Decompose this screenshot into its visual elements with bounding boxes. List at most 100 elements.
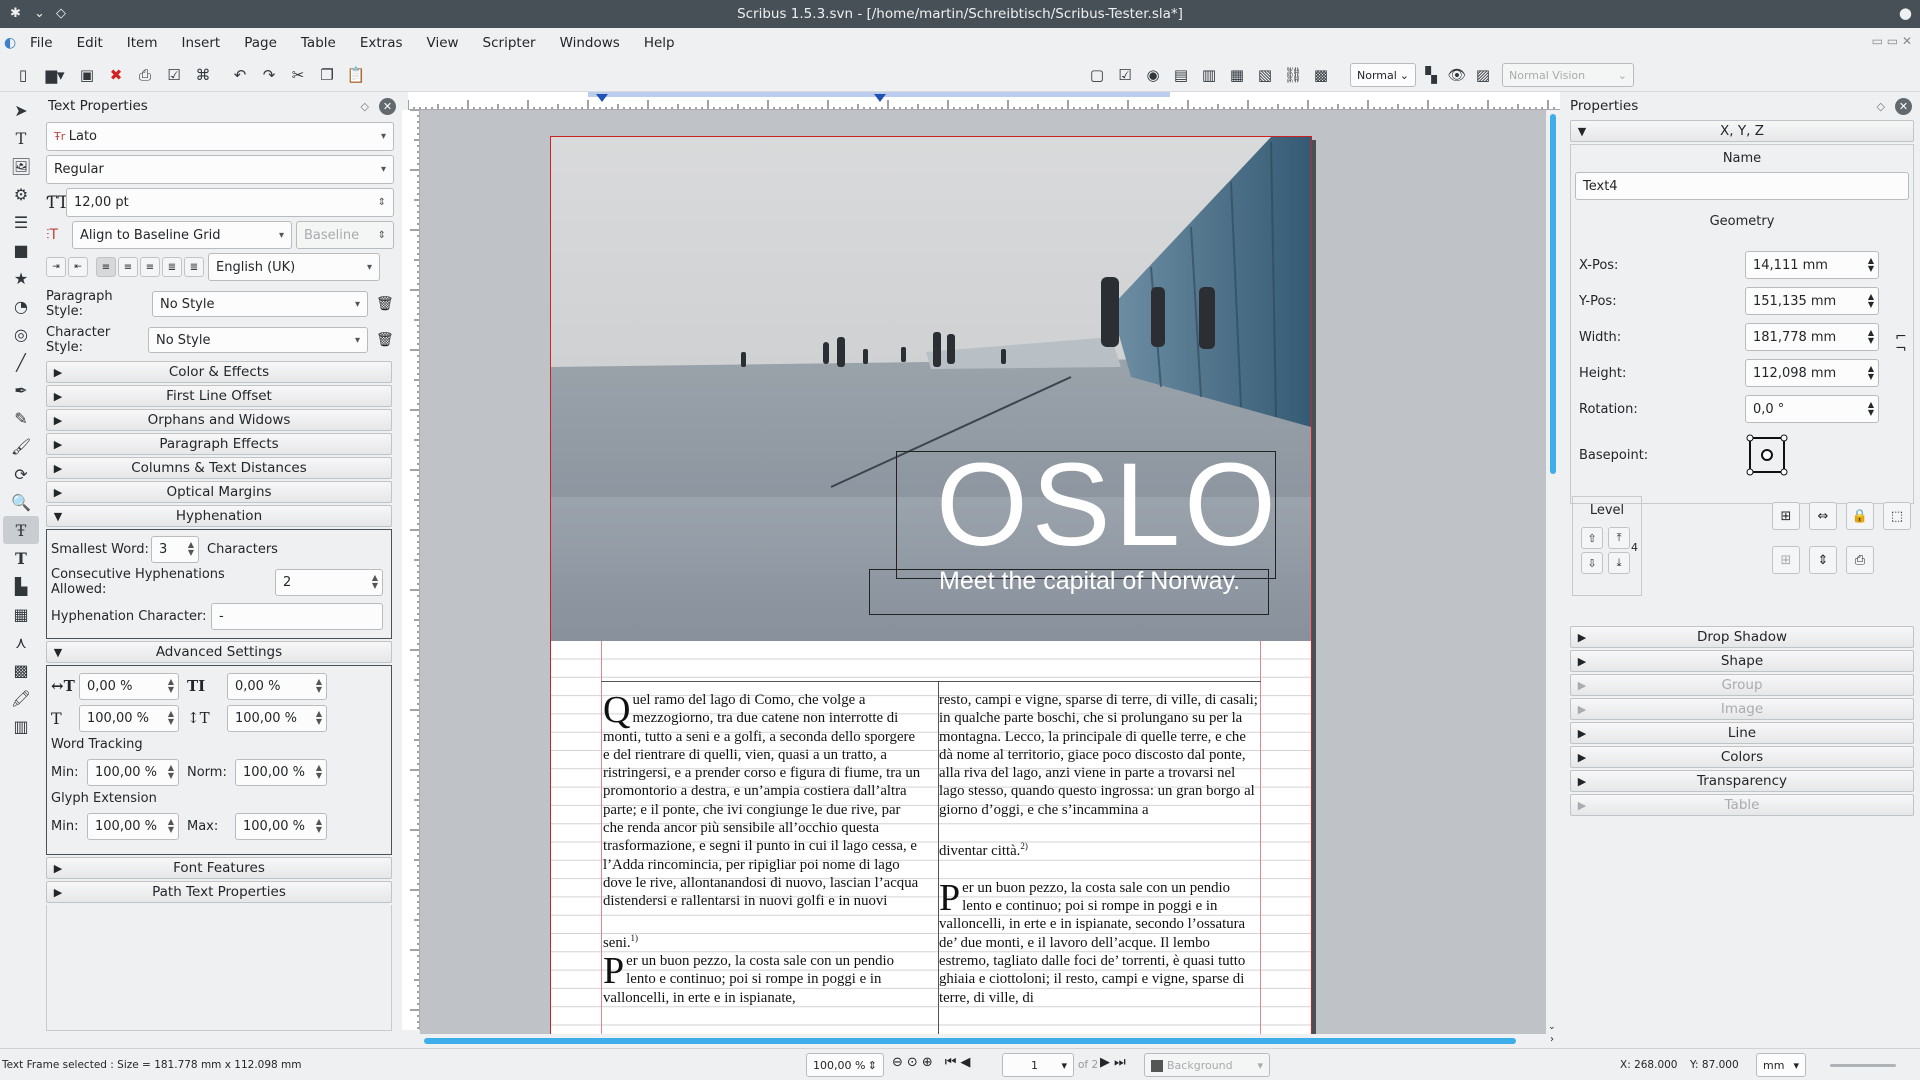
spin-arrows-icon[interactable]: ▲ ▼ xyxy=(168,764,174,780)
menu-insert[interactable]: Insert xyxy=(169,28,232,58)
line-icon[interactable]: ╱ xyxy=(3,348,39,376)
copy-properties-icon[interactable]: ▩ xyxy=(3,656,39,684)
section-shape[interactable]: ▶ Shape xyxy=(1570,650,1914,672)
raise-level-icon[interactable]: ⇧ xyxy=(1581,527,1603,549)
undo-icon[interactable]: ↶ xyxy=(227,62,253,88)
align-right-icon[interactable]: ≡ xyxy=(140,257,160,277)
eyedropper-icon[interactable]: 🖍 xyxy=(3,684,39,712)
spin-arrows-icon[interactable]: ▲ ▼ xyxy=(372,574,378,590)
redo-icon[interactable]: ↷ xyxy=(256,62,282,88)
float-panel-icon[interactable]: ◇ xyxy=(1877,100,1885,113)
spin-arrows-icon[interactable]: ▲ ▼ xyxy=(1868,365,1874,381)
menu-table[interactable]: Table xyxy=(289,28,348,58)
section-colors[interactable]: ▶ Colors xyxy=(1570,746,1914,768)
zoom-icon[interactable]: 🔍 xyxy=(3,488,39,516)
spin-arrows-icon[interactable]: ▲ ▼ xyxy=(1868,293,1874,309)
glyph-extension-max-spinbox[interactable]: 100,00 % ▲ ▼ xyxy=(235,812,327,840)
lock-item-icon[interactable]: 🔒 xyxy=(1846,502,1874,530)
align-left-icon[interactable]: ≡ xyxy=(96,257,116,277)
section-columns-distances[interactable]: ▶ Columns & Text Distances xyxy=(46,457,392,479)
close-panel-icon[interactable]: ✕ xyxy=(1895,97,1912,115)
baseline-alignment-select[interactable]: Align to Baseline Grid ▾ xyxy=(72,221,292,249)
spin-arrows-icon[interactable]: ▲ ▼ xyxy=(188,541,194,557)
lower-to-bottom-icon[interactable]: ⤓ xyxy=(1608,552,1630,574)
menu-edit[interactable]: Edit xyxy=(65,28,115,58)
zoom-out-icon[interactable]: ⊖ xyxy=(892,1055,903,1070)
view-mode-select[interactable]: Normal ⌄ xyxy=(1350,63,1416,87)
spin-arrows-icon[interactable]: ▲ ▼ xyxy=(168,678,174,694)
pdf-combo-box-icon[interactable]: ▥ xyxy=(1196,62,1222,88)
next-page-icon[interactable]: ▶ xyxy=(1100,1055,1110,1070)
zoom-slider[interactable] xyxy=(1830,1064,1896,1067)
bezier-pen-icon[interactable]: ✒ xyxy=(3,376,39,404)
text-annotation-icon[interactable]: ▧ xyxy=(1252,62,1278,88)
section-orphans-widows[interactable]: ▶ Orphans and Widows xyxy=(46,409,392,431)
print-icon[interactable]: ⎙ xyxy=(132,62,158,88)
word-tracking-min-spinbox[interactable]: 100,00 % ▲ ▼ xyxy=(87,758,179,786)
width-spinbox[interactable]: 181,778 mm ▲ ▼ xyxy=(1745,323,1879,351)
baseline-offset-adv-spinbox[interactable]: 0,00 % ▲ ▼ xyxy=(227,672,327,700)
ungroup-items-icon[interactable]: ⊞ xyxy=(1772,546,1800,574)
item-name-field[interactable]: Text4 xyxy=(1575,172,1909,200)
menu-extras[interactable]: Extras xyxy=(348,28,415,58)
render-frame-icon[interactable]: ⚙ xyxy=(3,180,39,208)
section-color-effects[interactable]: ▶ Color & Effects xyxy=(46,361,392,383)
calligraphic-brush-icon[interactable]: 🖌 xyxy=(3,432,39,460)
float-panel-icon[interactable]: ◇ xyxy=(361,100,369,113)
export-pdf-icon[interactable]: ⌘ xyxy=(190,62,216,88)
measure-icon[interactable]: ⋏ xyxy=(3,628,39,656)
close-document-icon[interactable]: ✖ xyxy=(103,62,129,88)
paragraph-style-select[interactable]: No Style ▾ xyxy=(152,291,368,317)
section-xyz[interactable]: ▼ X, Y, Z xyxy=(1570,120,1914,142)
text-frame-icon[interactable]: T xyxy=(3,124,39,152)
spin-arrows-icon[interactable]: ▲ ▼ xyxy=(1868,401,1874,417)
section-paragraph-effects[interactable]: ▶ Paragraph Effects xyxy=(46,433,392,455)
select-arrow-icon[interactable]: ➤ xyxy=(3,96,39,124)
zoom-in-icon[interactable]: ⊕ xyxy=(922,1055,933,1070)
spin-arrows-icon[interactable]: ▲ ▼ xyxy=(316,764,322,780)
shape-icon[interactable]: ■ xyxy=(3,236,39,264)
edit-preview-icon[interactable]: ▨ xyxy=(1470,62,1496,88)
group-items-icon[interactable]: ⊞ xyxy=(1772,502,1800,530)
spin-arrows-icon[interactable]: ⇕ xyxy=(868,1059,877,1072)
link-annotation-icon[interactable]: ⛓ xyxy=(1280,62,1306,88)
baseline-offset-spinbox[interactable]: Baseline ⇕ xyxy=(296,221,394,249)
align-forced-icon[interactable]: ≣ xyxy=(184,257,204,277)
open-document-icon[interactable]: ▆▾ xyxy=(39,62,71,88)
flip-horizontal-icon[interactable]: ⇔ xyxy=(1809,502,1837,530)
document-canvas[interactable]: OSLO Meet the capital of Norway. Quel ra… xyxy=(420,110,1552,1034)
height-spinbox[interactable]: 112,098 mm ▲ ▼ xyxy=(1745,359,1879,387)
table-icon[interactable]: ☰ xyxy=(3,208,39,236)
vertical-scale-spinbox[interactable]: 100,00 % ▲ ▼ xyxy=(79,704,179,732)
pdf-list-box-icon[interactable]: ▦ xyxy=(1224,62,1250,88)
pdf-text-field-icon[interactable]: ▤ xyxy=(1168,62,1194,88)
delete-character-style-icon[interactable]: 🗑 xyxy=(376,332,394,348)
save-icon[interactable]: ▣ xyxy=(74,62,100,88)
scroll-down-icon[interactable]: ⌄ xyxy=(1548,1022,1556,1032)
keep-ratio-chain-icon[interactable]: ⌐ ¬ xyxy=(1895,330,1907,356)
rotate-icon[interactable]: ⟳ xyxy=(3,460,39,488)
pdf-checkbox-icon[interactable]: ☑ xyxy=(1112,62,1138,88)
close-panel-icon[interactable]: ✕ xyxy=(379,97,396,115)
page-select[interactable]: 1 ▾ xyxy=(1002,1053,1074,1077)
text-column-2[interactable]: resto, campi e vigne, sparse di terre, d… xyxy=(939,691,1259,1007)
last-page-icon[interactable]: ⏭ xyxy=(1114,1055,1126,1070)
smallest-word-spinbox[interactable]: 3 ▲ ▼ xyxy=(151,535,199,563)
edit-text-icon[interactable]: Ŧ xyxy=(3,516,39,544)
font-style-select[interactable]: Regular ▾ xyxy=(46,155,394,184)
paste-icon[interactable]: 📋 xyxy=(343,62,369,88)
horizontal-scroll-handle[interactable] xyxy=(424,1038,1516,1044)
font-family-select[interactable]: Ŧr Lato ▾ xyxy=(46,122,394,151)
horizontal-scrollbar[interactable]: › xyxy=(420,1034,1560,1048)
section-font-features[interactable]: ▶ Font Features xyxy=(46,857,392,879)
align-center-icon[interactable]: ≡ xyxy=(118,257,138,277)
spin-arrows-icon[interactable]: ⇕ xyxy=(378,197,386,208)
glyph-extension-min-spinbox[interactable]: 100,00 % ▲ ▼ xyxy=(87,812,179,840)
first-page-icon[interactable]: ⏮ xyxy=(945,1055,957,1070)
section-first-line-offset[interactable]: ▶ First Line Offset xyxy=(46,385,392,407)
spin-arrows-icon[interactable]: ▲ ▼ xyxy=(316,818,322,834)
spin-arrows-icon[interactable]: ▲ ▼ xyxy=(316,678,322,694)
horizontal-ruler[interactable] xyxy=(408,92,1560,110)
mdi-controls-icon[interactable]: ▭ ▭ ✕ xyxy=(1872,34,1912,48)
cut-icon[interactable]: ✂ xyxy=(285,62,311,88)
